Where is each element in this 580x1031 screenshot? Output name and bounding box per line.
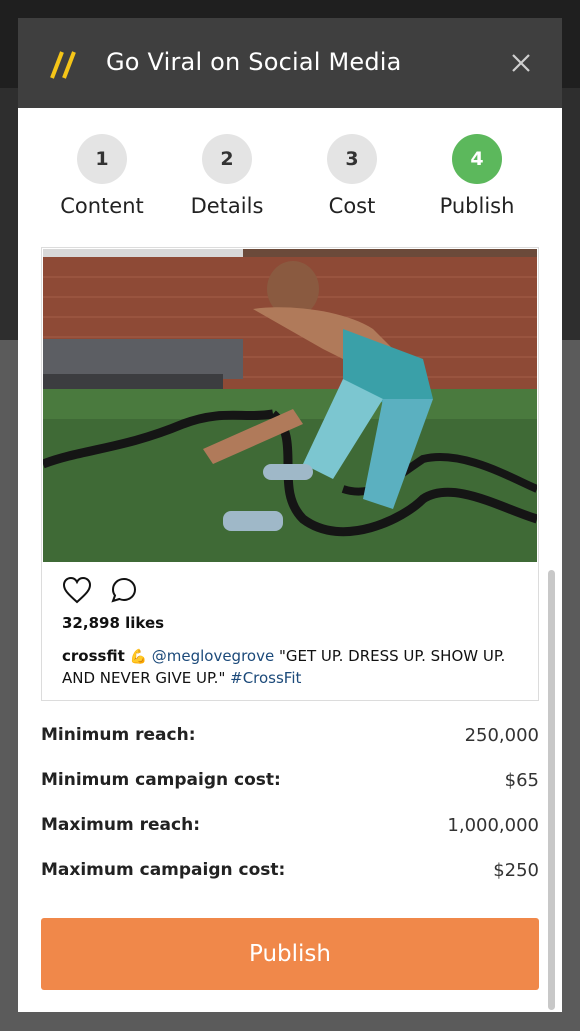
likes-count: 32,898 likes — [62, 614, 165, 632]
stat-value: 1,000,000 — [447, 815, 539, 836]
stat-row-minimum-cost: Minimum campaign cost: $65 — [41, 765, 539, 810]
step-cost[interactable]: 3 Cost — [290, 134, 414, 218]
comment-icon[interactable] — [110, 576, 138, 604]
stat-value: $250 — [493, 860, 539, 881]
step-label: Content — [60, 194, 144, 218]
modal-title: Go Viral on Social Media — [106, 48, 402, 76]
step-publish[interactable]: 4 Publish — [415, 134, 539, 218]
campaign-stats: Minimum reach: 250,000 Minimum campaign … — [41, 720, 539, 900]
stat-label: Maximum reach: — [41, 815, 200, 835]
modal-header: Go Viral on Social Media — [18, 18, 562, 108]
step-number: 3 — [327, 134, 377, 184]
step-number: 2 — [202, 134, 252, 184]
step-content[interactable]: 1 Content — [40, 134, 164, 218]
publish-button[interactable]: Publish — [41, 918, 539, 990]
stat-row-maximum-cost: Maximum campaign cost: $250 — [41, 855, 539, 900]
progress-steps: 1 Content 2 Details 3 Cost 4 Publish — [40, 134, 540, 224]
step-details[interactable]: 2 Details — [165, 134, 289, 218]
heart-icon[interactable] — [62, 576, 92, 604]
post-username[interactable]: crossfit — [62, 647, 125, 665]
stat-row-minimum-reach: Minimum reach: 250,000 — [41, 720, 539, 765]
step-label: Details — [190, 194, 264, 218]
stat-label: Maximum campaign cost: — [41, 860, 286, 880]
post-mention[interactable]: @meglovegrove — [152, 647, 274, 665]
stat-label: Minimum reach: — [41, 725, 196, 745]
stat-label: Minimum campaign cost: — [41, 770, 281, 790]
flexed-biceps-icon: 💪 — [129, 649, 147, 665]
stat-row-maximum-reach: Maximum reach: 1,000,000 — [41, 810, 539, 855]
stat-value: $65 — [504, 770, 539, 791]
stat-value: 250,000 — [464, 725, 539, 746]
instagram-post-preview: 32,898 likes crossfit 💪 @meglovegrove "G… — [41, 247, 539, 701]
step-number: 4 — [452, 134, 502, 184]
post-caption: crossfit 💪 @meglovegrove "GET UP. DRESS … — [62, 646, 522, 689]
close-icon[interactable] — [510, 52, 532, 74]
step-label: Publish — [439, 194, 515, 218]
post-hashtag[interactable]: #CrossFit — [230, 669, 301, 687]
modal-scrollbar[interactable] — [548, 570, 555, 1010]
step-number: 1 — [77, 134, 127, 184]
campaign-modal: Go Viral on Social Media 1 Content 2 Det… — [18, 18, 562, 1012]
step-label: Cost — [328, 194, 376, 218]
logo-slashes-icon — [50, 51, 76, 79]
post-photo — [43, 249, 537, 562]
